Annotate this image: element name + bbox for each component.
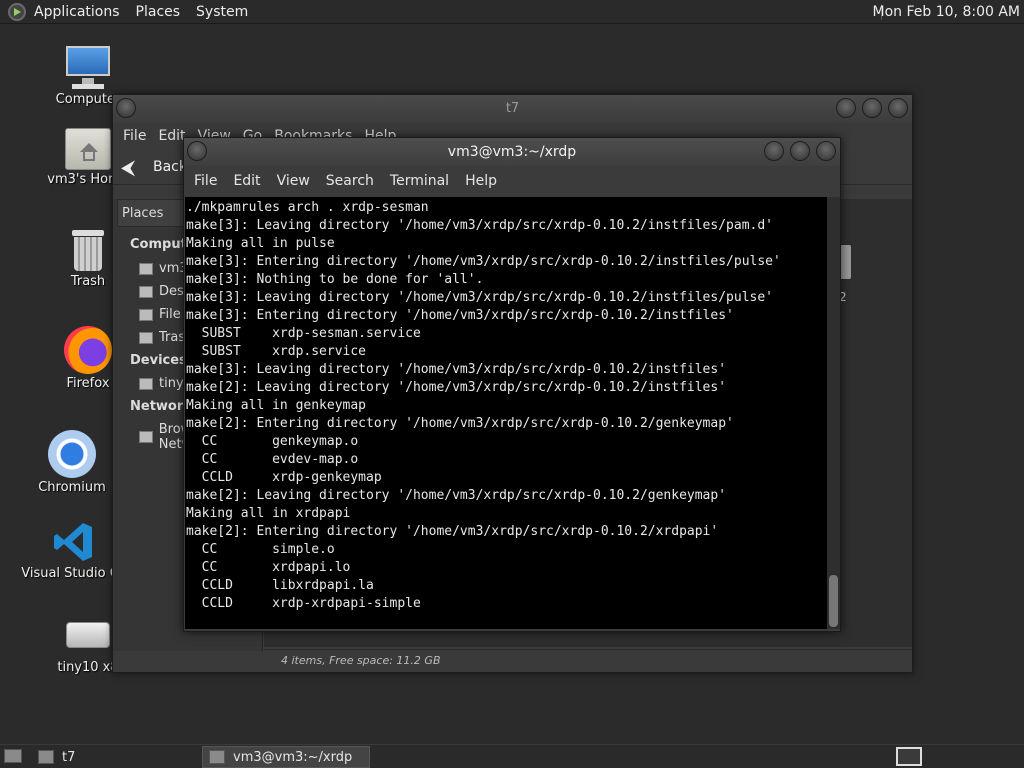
trash-icon — [70, 228, 106, 272]
terminal-line: ./mkpamrules arch . xrdp-sesman — [186, 200, 429, 215]
menu-edit[interactable]: Edit — [225, 173, 268, 189]
clock[interactable]: Mon Feb 10, 8:00 AM — [873, 0, 1020, 24]
terminal-line: make[2]: Entering directory '/home/vm3/x… — [186, 524, 719, 539]
terminal-line: CCLD libxrdpapi.la — [186, 578, 374, 593]
window-titlebar[interactable]: vm3@vm3:~/xrdp — [184, 138, 840, 166]
status-bar: 4 items, Free space: 11.2 GB — [264, 649, 912, 671]
network-icon — [139, 431, 153, 443]
workspace-switcher[interactable] — [896, 747, 922, 766]
terminal-line: make[2]: Leaving directory '/home/vm3/xr… — [186, 380, 727, 395]
sidebar-section-devices: Devices — [130, 353, 187, 368]
window-menu-button[interactable] — [116, 98, 136, 118]
menu-places[interactable]: Places — [128, 0, 189, 24]
terminal-line: CC xrdpapi.lo — [186, 560, 351, 575]
close-button[interactable] — [816, 141, 836, 161]
bottom-panel: t7 vm3@vm3:~/xrdp — [0, 744, 1024, 768]
scrollbar-thumb[interactable] — [829, 575, 838, 627]
terminal-line: make[2]: Entering directory '/home/vm3/x… — [186, 416, 734, 431]
task-terminal[interactable]: vm3@vm3:~/xrdp — [202, 746, 370, 768]
window-title: vm3@vm3:~/xrdp — [447, 144, 577, 160]
back-button[interactable]: Back — [153, 159, 187, 175]
terminal-line: make[3]: Entering directory '/home/vm3/x… — [186, 308, 734, 323]
terminal-line: CCLD xrdp-xrdpapi-simple — [186, 596, 421, 611]
drive-icon — [66, 622, 110, 648]
chromium-icon — [48, 430, 96, 478]
window-titlebar[interactable]: t7 — [113, 95, 912, 123]
sidebar-item-home[interactable]: vm3 — [139, 261, 188, 276]
terminal-line: CC simple.o — [186, 542, 335, 557]
menu-file[interactable]: File — [117, 128, 152, 144]
terminal-icon — [209, 750, 225, 764]
top-panel: Applications Places System Mon Feb 10, 8… — [0, 0, 1024, 24]
distro-logo-icon[interactable] — [8, 2, 26, 21]
show-desktop-icon[interactable] — [4, 749, 22, 763]
menu-search[interactable]: Search — [318, 173, 382, 189]
minimize-button[interactable] — [836, 98, 856, 118]
terminal-line: make[3]: Leaving directory '/home/vm3/xr… — [186, 362, 727, 377]
desktop-icon-label: Chromium — [38, 480, 106, 495]
menubar: File Edit View Search Terminal Help — [184, 166, 840, 196]
task-file-manager[interactable]: t7 — [32, 746, 198, 768]
terminal-line: make[3]: Leaving directory '/home/vm3/xr… — [186, 218, 773, 233]
filesystem-icon — [139, 308, 153, 321]
vscode-icon — [52, 520, 96, 564]
terminal-line: CCLD xrdp-genkeymap — [186, 470, 382, 485]
menu-file[interactable]: File — [186, 173, 225, 189]
window-menu-button[interactable] — [187, 141, 207, 161]
terminal-line: make[2]: Leaving directory '/home/vm3/xr… — [186, 488, 727, 503]
desktop-icon — [139, 285, 153, 298]
back-arrow-icon[interactable]: ⮜ — [121, 156, 143, 178]
terminal-line: make[3]: Leaving directory '/home/vm3/xr… — [186, 290, 773, 305]
terminal-lines: ./mkpamrules arch . xrdp-sesman make[3]: … — [185, 197, 827, 613]
menu-terminal[interactable]: Terminal — [382, 173, 457, 189]
trash-icon — [139, 331, 153, 344]
desktop-icon-chromium[interactable]: Chromium — [17, 430, 127, 495]
terminal-line: Making all in genkeymap — [186, 398, 367, 413]
terminal-line: SUBST xrdp.service — [186, 344, 367, 359]
task-label: vm3@vm3:~/xrdp — [233, 749, 353, 765]
home-icon — [139, 262, 153, 275]
terminal-line: CC genkeymap.o — [186, 434, 359, 449]
computer-icon — [64, 44, 112, 90]
terminal-window[interactable]: vm3@vm3:~/xrdp File Edit View Search Ter… — [183, 137, 841, 632]
window-title: t7 — [505, 101, 520, 116]
drive-icon — [139, 377, 153, 390]
maximize-button[interactable] — [790, 141, 810, 161]
terminal-line: make[3]: Nothing to be done for 'all'. — [186, 272, 484, 287]
terminal-output[interactable]: ./mkpamrules arch . xrdp-sesman make[3]: … — [185, 197, 827, 629]
firefox-icon — [64, 326, 112, 374]
scrollbar[interactable] — [827, 197, 840, 629]
terminal-line: Making all in xrdpapi — [186, 506, 351, 521]
maximize-button[interactable] — [862, 98, 882, 118]
terminal-line: CC evdev-map.o — [186, 452, 359, 467]
home-folder-icon — [65, 128, 111, 170]
folder-icon — [38, 750, 54, 764]
menu-applications[interactable]: Applications — [26, 0, 128, 24]
menu-help[interactable]: Help — [457, 173, 505, 189]
terminal-line: SUBST xrdp-sesman.service — [186, 326, 421, 341]
menu-system[interactable]: System — [188, 0, 256, 24]
task-label: t7 — [62, 749, 76, 765]
menu-view[interactable]: View — [269, 173, 318, 189]
minimize-button[interactable] — [764, 141, 784, 161]
close-button[interactable] — [888, 98, 908, 118]
terminal-line: Making all in pulse — [186, 236, 335, 251]
terminal-line: make[3]: Entering directory '/home/vm3/x… — [186, 254, 781, 269]
